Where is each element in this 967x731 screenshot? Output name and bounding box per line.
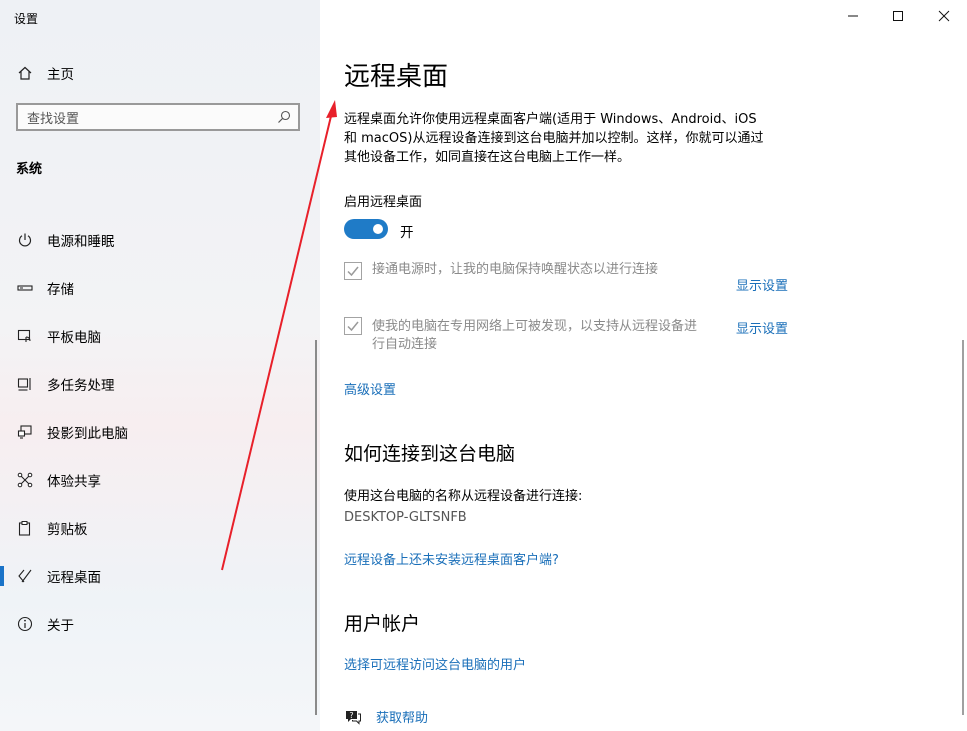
advanced-settings-link[interactable]: 高级设置 [344,379,396,398]
remote-desktop-icon [16,567,34,585]
help-chat-icon: ? [344,708,362,726]
get-help-label: 获取帮助 [376,711,429,726]
get-help[interactable]: ? 获取帮助 [344,707,428,726]
enable-remote-desktop-label: 启用远程桌面 [344,195,423,210]
sidebar-scrollbar[interactable] [315,340,317,715]
sidebar-item-storage[interactable]: 存储 [0,264,320,312]
sidebar-item-shared-experiences[interactable]: 体验共享 [0,456,320,504]
sidebar: 设置 主页 查找设置 系统 电源和睡眠 存储 平板电脑 多任务处理 投影到此电脑… [0,0,320,731]
clipboard-icon [16,519,34,537]
info-icon [16,615,34,633]
svg-text:?: ? [349,711,353,720]
enable-remote-desktop-toggle[interactable] [344,219,388,239]
client-not-installed-link[interactable]: 远程设备上还未安装远程桌面客户端? [344,549,559,568]
sidebar-item-remote-desktop[interactable]: 远程桌面 [0,552,320,600]
how-to-connect-heading: 如何连接到这台电脑 [344,443,516,465]
description-line: 远程桌面允许你使用远程桌面客户端(适用于 Windows、Android、iOS [344,112,757,127]
user-accounts-heading: 用户帐户 [344,613,421,635]
show-settings-link-2[interactable]: 显示设置 [736,318,788,337]
sidebar-item-label: 多任务处理 [47,378,115,394]
minimize-icon [847,7,859,26]
multitasking-icon [16,375,34,393]
how-to-connect-text: 使用这台电脑的名称从远程设备进行连接: [344,489,583,504]
toggle-knob [373,224,383,234]
description-line: 和 macOS)从远程设备连接到这台电脑并加以控制。这样，你就可以通过 [344,131,764,146]
sidebar-item-label: 剪贴板 [47,522,88,538]
app-title: 设置 [14,12,39,26]
sidebar-item-tablet[interactable]: 平板电脑 [0,312,320,360]
keep-awake-checkbox[interactable] [344,262,362,280]
search-placeholder: 查找设置 [27,111,80,127]
sidebar-item-label: 存储 [47,282,74,298]
discoverable-checkbox[interactable] [344,317,362,335]
sidebar-item-label: 远程桌面 [47,570,101,586]
nav-home[interactable]: 主页 [0,56,320,90]
maximize-button[interactable] [875,0,921,32]
keep-awake-text: 接通电源时，让我的电脑保持唤醒状态以进行连接 [372,262,659,277]
minimize-button[interactable] [830,0,876,32]
sidebar-item-label: 关于 [47,618,74,634]
sidebar-item-multitasking[interactable]: 多任务处理 [0,360,320,408]
close-icon [938,7,950,26]
nav-home-label: 主页 [47,67,74,83]
main-scrollbar[interactable] [962,340,964,715]
projecting-icon [16,423,34,441]
shared-experiences-icon [16,471,34,489]
checkmark-icon [347,266,359,277]
checkmark-icon [347,321,359,332]
discoverable-text-line: 行自动连接 [372,337,438,352]
sidebar-item-label: 平板电脑 [47,330,101,346]
nav-list: 电源和睡眠 存储 平板电脑 多任务处理 投影到此电脑 体验共享 剪贴板 远程桌面… [0,216,320,648]
search-icon[interactable] [276,109,292,125]
sidebar-item-power-sleep[interactable]: 电源和睡眠 [0,216,320,264]
select-users-link[interactable]: 选择可远程访问这台电脑的用户 [344,654,526,673]
sidebar-item-label: 电源和睡眠 [47,234,115,250]
show-settings-link-1[interactable]: 显示设置 [736,275,788,294]
section-title: 系统 [16,162,43,177]
search-input[interactable]: 查找设置 [16,103,300,131]
discoverable-text: 使我的电脑在专用网络上可被发现，以支持从远程设备进 行自动连接 [372,318,697,354]
sidebar-item-label: 体验共享 [47,474,101,490]
sidebar-item-about[interactable]: 关于 [0,600,320,648]
close-button[interactable] [921,0,967,32]
home-icon [16,64,34,82]
storage-icon [16,279,34,297]
main-panel: 远程桌面 远程桌面允许你使用远程桌面客户端(适用于 Windows、Androi… [320,0,967,731]
page-title: 远程桌面 [344,62,449,92]
tablet-icon [16,327,34,345]
sidebar-item-clipboard[interactable]: 剪贴板 [0,504,320,552]
pc-name: DESKTOP-GLTSNFB [344,510,467,525]
discoverable-text-line: 使我的电脑在专用网络上可被发现，以支持从远程设备进 [372,319,698,334]
description-line: 其他设备工作，如同直接在这台电脑上工作一样。 [344,150,631,165]
toggle-state-label: 开 [400,225,414,241]
sidebar-item-label: 投影到此电脑 [47,426,128,442]
description: 远程桌面允许你使用远程桌面客户端(适用于 Windows、Android、iOS… [344,110,794,167]
maximize-icon [892,7,904,26]
sidebar-item-projecting[interactable]: 投影到此电脑 [0,408,320,456]
power-icon [16,231,34,249]
